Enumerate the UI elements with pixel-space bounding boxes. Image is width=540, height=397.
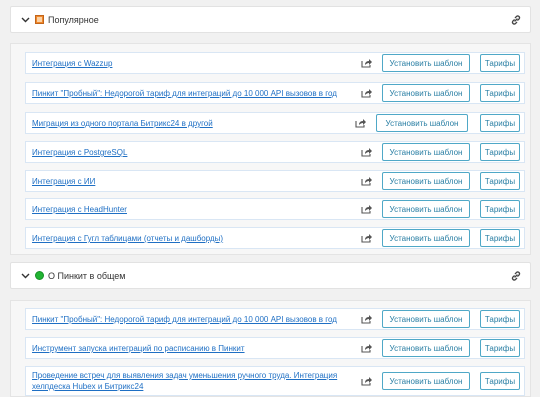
list-item: Инструмент запуска интеграций по расписа… xyxy=(25,337,525,359)
list-item: Пинкит "Пробный": Недорогой тариф для ин… xyxy=(25,308,525,330)
install-template-button[interactable]: Установить шаблон xyxy=(382,372,470,390)
install-template-button[interactable]: Установить шаблон xyxy=(376,114,468,132)
share-icon[interactable] xyxy=(361,147,373,157)
tariffs-button[interactable]: Тарифы xyxy=(480,339,520,357)
section-title: Популярное xyxy=(48,14,99,25)
list-item: Интеграция с HeadHunter Установить шабло… xyxy=(25,198,525,220)
chevron-down-icon[interactable] xyxy=(18,273,32,279)
tariffs-button[interactable]: Тарифы xyxy=(480,372,520,390)
item-title-link[interactable]: Пинкит "Пробный": Недорогой тариф для ин… xyxy=(32,315,337,324)
item-title-link[interactable]: Интеграция с ИИ xyxy=(32,177,95,186)
item-title-link[interactable]: Инструмент запуска интеграций по расписа… xyxy=(32,344,245,353)
install-template-button[interactable]: Установить шаблон xyxy=(382,84,470,102)
share-icon[interactable] xyxy=(361,376,373,386)
list-item: Интеграция с ИИ Установить шаблон Тарифы xyxy=(25,170,525,192)
share-icon[interactable] xyxy=(361,343,373,353)
section-title: О Пинкит в общем xyxy=(48,270,126,281)
list-item: Миграция из одного портала Битрикс24 в д… xyxy=(25,112,525,134)
item-title-link[interactable]: Интеграция с PostgreSQL xyxy=(32,148,127,157)
install-template-button[interactable]: Установить шаблон xyxy=(382,54,470,72)
tariffs-button[interactable]: Тарифы xyxy=(480,200,520,218)
tariffs-button[interactable]: Тарифы xyxy=(480,84,520,102)
link-icon[interactable] xyxy=(510,14,522,26)
link-icon[interactable] xyxy=(510,270,522,282)
tariffs-button[interactable]: Тарифы xyxy=(480,114,520,132)
install-template-button[interactable]: Установить шаблон xyxy=(382,229,470,247)
tariffs-button[interactable]: Тарифы xyxy=(480,172,520,190)
section-header-popular[interactable]: Популярное xyxy=(10,6,531,33)
chevron-down-icon[interactable] xyxy=(18,17,32,23)
tariffs-button[interactable]: Тарифы xyxy=(480,310,520,328)
list-item: Проведение встреч для выявления задач ум… xyxy=(25,366,525,396)
item-title-link[interactable]: Миграция из одного портала Битрикс24 в д… xyxy=(32,119,213,128)
section-header-about[interactable]: О Пинкит в общем xyxy=(10,262,531,289)
share-icon[interactable] xyxy=(361,176,373,186)
share-icon[interactable] xyxy=(361,204,373,214)
item-title-link[interactable]: Интеграция с HeadHunter xyxy=(32,205,127,214)
share-icon[interactable] xyxy=(355,118,367,128)
tariffs-button[interactable]: Тарифы xyxy=(480,143,520,161)
item-title-link[interactable]: Интеграция с Гугл таблицами (отчеты и да… xyxy=(32,234,223,243)
item-title-link[interactable]: Проведение встреч для выявления задач ум… xyxy=(32,370,352,392)
install-template-button[interactable]: Установить шаблон xyxy=(382,310,470,328)
share-icon[interactable] xyxy=(361,314,373,324)
list-item: Интеграция с Гугл таблицами (отчеты и да… xyxy=(25,227,525,249)
install-template-button[interactable]: Установить шаблон xyxy=(382,172,470,190)
list-item: Интеграция с PostgreSQL Установить шабло… xyxy=(25,141,525,163)
item-title-link[interactable]: Пинкит "Пробный": Недорогой тариф для ин… xyxy=(32,89,337,98)
share-icon[interactable] xyxy=(361,233,373,243)
list-item: Интеграция с Wazzup Установить шаблон Та… xyxy=(25,52,525,74)
share-icon[interactable] xyxy=(361,58,373,68)
orange-square-icon xyxy=(35,15,44,24)
share-icon[interactable] xyxy=(361,88,373,98)
install-template-button[interactable]: Установить шаблон xyxy=(382,143,470,161)
install-template-button[interactable]: Установить шаблон xyxy=(382,200,470,218)
tariffs-button[interactable]: Тарифы xyxy=(480,54,520,72)
item-title-link[interactable]: Интеграция с Wazzup xyxy=(32,59,112,68)
green-circle-icon xyxy=(35,271,44,280)
install-template-button[interactable]: Установить шаблон xyxy=(382,339,470,357)
tariffs-button[interactable]: Тарифы xyxy=(480,229,520,247)
list-item: Пинкит "Пробный": Недорогой тариф для ин… xyxy=(25,82,525,104)
